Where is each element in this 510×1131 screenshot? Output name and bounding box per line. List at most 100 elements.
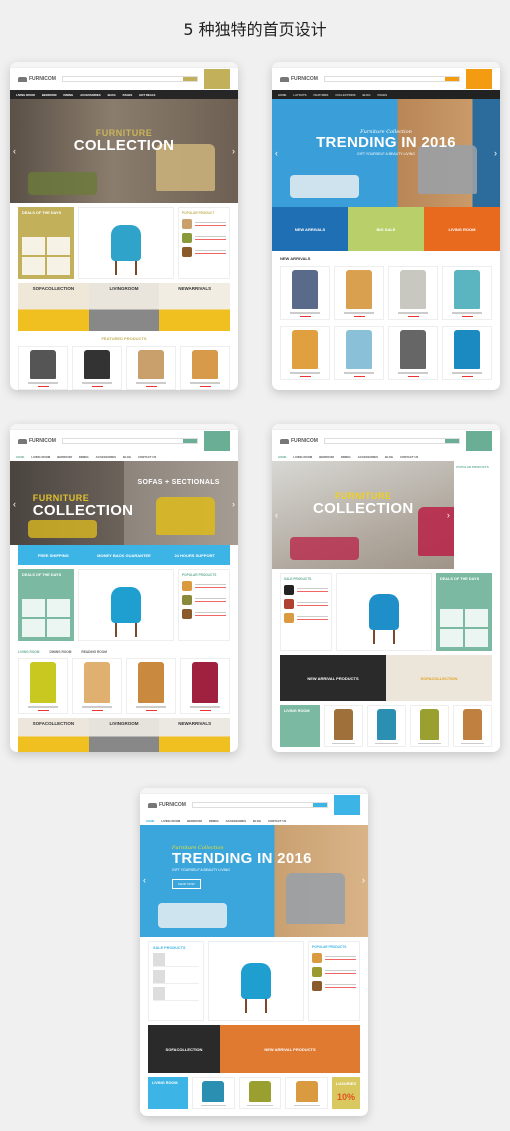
search-input[interactable] xyxy=(191,802,328,808)
next-arrow-icon[interactable]: › xyxy=(494,148,497,158)
list-item[interactable] xyxy=(312,967,356,977)
list-item[interactable] xyxy=(182,595,226,605)
product-card[interactable] xyxy=(126,346,176,390)
cart-button[interactable] xyxy=(334,795,360,815)
shop-now-button[interactable]: SHOP NOW xyxy=(171,879,201,890)
nav-item[interactable]: BLOG xyxy=(123,455,131,459)
featured-product[interactable] xyxy=(208,941,304,1021)
search-button[interactable] xyxy=(445,439,459,443)
product-card[interactable] xyxy=(180,346,230,390)
promo-banner[interactable]: FREE SHIPPING xyxy=(18,545,89,565)
nav-item[interactable]: LIVING ROOM xyxy=(31,455,50,459)
category-tile[interactable] xyxy=(22,237,45,255)
collection-banner[interactable]: SOFACOLLECTION xyxy=(18,718,89,752)
sale-item[interactable] xyxy=(153,987,199,1001)
product-card[interactable] xyxy=(442,266,492,320)
prev-arrow-icon[interactable]: ‹ xyxy=(13,146,16,156)
list-item[interactable] xyxy=(182,247,226,257)
cart-button[interactable] xyxy=(204,69,230,89)
collection-banner[interactable]: NEWARRIVALS xyxy=(159,283,231,331)
list-item[interactable] xyxy=(182,219,226,229)
nav-item[interactable]: LAYOUTS xyxy=(293,93,306,97)
product-card[interactable] xyxy=(72,658,122,714)
category-tile[interactable] xyxy=(22,599,45,617)
product-card[interactable] xyxy=(324,705,363,747)
logo[interactable]: FURNICOM xyxy=(18,438,56,444)
category-tile[interactable] xyxy=(440,609,463,627)
prev-arrow-icon[interactable]: ‹ xyxy=(275,148,278,158)
product-card[interactable] xyxy=(367,705,406,747)
collection-banner[interactable]: LIVINGROOM xyxy=(88,283,160,331)
logo[interactable]: FURNICOM xyxy=(280,76,318,82)
product-card[interactable] xyxy=(180,658,230,714)
nav-item[interactable]: FEATURES xyxy=(314,93,329,97)
product-card[interactable] xyxy=(442,326,492,380)
nav-item[interactable]: LIVING ROOM xyxy=(161,819,180,823)
category-tile[interactable] xyxy=(22,257,45,275)
list-item[interactable] xyxy=(182,233,226,243)
product-card[interactable] xyxy=(280,326,330,380)
nav-item[interactable]: CONTACT US xyxy=(268,819,286,823)
nav-item[interactable]: ACCESSORIES xyxy=(358,455,378,459)
nav-item[interactable]: LIVING ROOM xyxy=(16,93,35,97)
cart-button[interactable] xyxy=(466,69,492,89)
next-arrow-icon[interactable]: › xyxy=(362,875,365,885)
promo-box[interactable]: LUXURIES 10% xyxy=(332,1077,361,1109)
product-card[interactable] xyxy=(126,658,176,714)
nav-item[interactable]: ACCESSORIES xyxy=(226,819,246,823)
nav-item[interactable]: COLLECTIONS xyxy=(335,93,355,97)
search-button[interactable] xyxy=(313,803,327,807)
nav-item[interactable]: CONTACT US xyxy=(138,455,156,459)
search-input[interactable] xyxy=(61,76,198,82)
logo[interactable]: FURNICOM xyxy=(280,438,318,444)
product-card[interactable] xyxy=(280,266,330,320)
cart-button[interactable] xyxy=(466,431,492,451)
featured-product[interactable] xyxy=(78,569,174,641)
nav-item[interactable]: HOME xyxy=(278,455,286,459)
promo-banner[interactable]: NEW ARRIVALS xyxy=(272,207,348,251)
promo-banner[interactable]: 24 HOURS SUPPORT xyxy=(159,545,231,565)
nav-item[interactable]: HOME xyxy=(16,455,24,459)
search-button[interactable] xyxy=(445,77,459,81)
promo-banner[interactable]: LIVING ROOM xyxy=(424,207,500,251)
list-item[interactable] xyxy=(284,599,328,609)
product-card[interactable] xyxy=(410,705,449,747)
category-tile[interactable] xyxy=(47,257,70,275)
collection-banner[interactable]: LIVINGROOM xyxy=(88,718,160,752)
nav-item[interactable]: BEDROOM xyxy=(187,819,202,823)
product-card[interactable] xyxy=(18,346,68,390)
next-arrow-icon[interactable]: › xyxy=(232,499,235,509)
category-tile[interactable] xyxy=(465,609,488,627)
product-card[interactable] xyxy=(192,1077,235,1109)
list-item[interactable] xyxy=(182,581,226,591)
nav-item[interactable]: BEDROOM xyxy=(319,455,334,459)
nav-item[interactable]: HOME xyxy=(146,819,154,823)
list-item[interactable] xyxy=(182,609,226,619)
promo-banner[interactable]: SOFACOLLECTION xyxy=(386,655,492,701)
sale-item[interactable] xyxy=(153,953,199,967)
nav-item[interactable]: BEDROOM xyxy=(42,93,57,97)
nav-item[interactable]: BEDROOM xyxy=(57,455,72,459)
nav-item[interactable]: BLOG xyxy=(108,93,116,97)
product-card[interactable] xyxy=(388,266,438,320)
list-item[interactable] xyxy=(284,613,328,623)
nav-item[interactable]: BLOG xyxy=(253,819,261,823)
search-input[interactable] xyxy=(61,438,198,444)
search-button[interactable] xyxy=(183,439,197,443)
nav-item[interactable]: DINING xyxy=(341,455,351,459)
nav-item[interactable]: ACCESSORIES xyxy=(80,93,100,97)
category-tile[interactable] xyxy=(47,237,70,255)
search-button[interactable] xyxy=(183,77,197,81)
promo-banner[interactable]: BIG SALE xyxy=(348,207,424,251)
collection-banner[interactable]: NEWARRIVALS xyxy=(159,718,231,752)
featured-product[interactable] xyxy=(336,573,432,651)
product-card[interactable] xyxy=(334,266,384,320)
tab[interactable]: DINING ROOM xyxy=(49,650,71,654)
category-tile[interactable] xyxy=(22,619,45,637)
list-item[interactable] xyxy=(312,981,356,991)
category-tile[interactable] xyxy=(47,599,70,617)
promo-banner[interactable]: MONEY BACK GUARANTEE xyxy=(88,545,160,565)
sale-item[interactable] xyxy=(153,970,199,984)
category-tile[interactable] xyxy=(440,629,463,647)
promo-banner[interactable]: SOFACOLLECTION xyxy=(148,1025,220,1073)
